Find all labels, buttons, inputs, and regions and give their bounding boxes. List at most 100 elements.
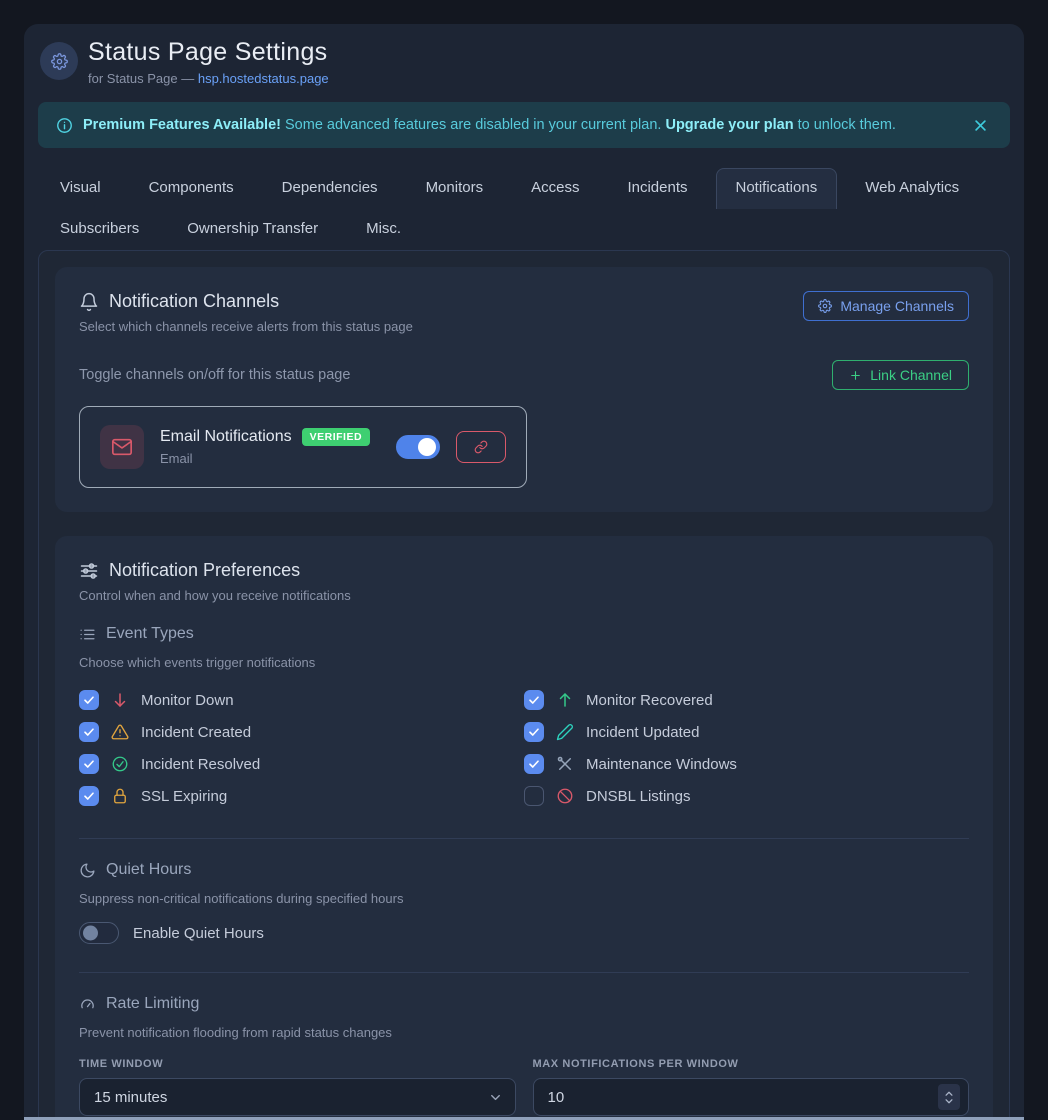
quiet-hours-title: Quiet Hours	[106, 861, 191, 879]
banner-body: Some advanced features are disabled in y…	[281, 117, 665, 133]
checkbox[interactable]	[524, 786, 544, 806]
max-notifications-field	[533, 1078, 970, 1116]
event-row-ssl-expiring[interactable]: SSL Expiring	[79, 780, 524, 812]
tab-monitors[interactable]: Monitors	[406, 168, 504, 209]
notifications-panel: Notification Channels Select which chann…	[38, 250, 1010, 1120]
checkbox[interactable]	[524, 754, 544, 774]
channel-name: Email Notifications	[160, 428, 292, 446]
tab-components[interactable]: Components	[129, 168, 254, 209]
checkbox[interactable]	[524, 690, 544, 710]
chevron-down-icon	[944, 1098, 954, 1105]
page-title: Status Page Settings	[88, 38, 329, 67]
link-channel-label: Link Channel	[870, 367, 952, 383]
check-circle-icon	[111, 755, 129, 773]
tab-incidents[interactable]: Incidents	[607, 168, 707, 209]
time-window-select[interactable]: 15 minutes	[79, 1078, 516, 1116]
number-stepper[interactable]	[938, 1084, 960, 1110]
event-label: DNSBL Listings	[586, 788, 691, 805]
max-notifications-input[interactable]	[548, 1089, 939, 1106]
tab-subscribers[interactable]: Subscribers	[40, 209, 159, 250]
quiet-hours-toggle-label: Enable Quiet Hours	[133, 925, 264, 942]
event-row-monitor-recovered[interactable]: Monitor Recovered	[524, 684, 969, 716]
notification-preferences-card: Notification Preferences Control when an…	[55, 536, 993, 1120]
page-header: Status Page Settings for Status Page — h…	[32, 38, 1016, 86]
event-types-grid: Monitor Down Monitor Recovered Incident …	[79, 684, 969, 812]
event-label: SSL Expiring	[141, 788, 227, 805]
quiet-hours-subtitle: Suppress non-critical notifications duri…	[79, 891, 969, 906]
tab-access[interactable]: Access	[511, 168, 599, 209]
email-channel-toggle[interactable]	[396, 435, 440, 459]
chain-link-icon	[474, 440, 488, 454]
settings-tabs: Visual Components Dependencies Monitors …	[40, 168, 1008, 250]
event-row-incident-resolved[interactable]: Incident Resolved	[79, 748, 524, 780]
toggle-knob	[83, 926, 98, 941]
toggle-knob	[418, 438, 436, 456]
checkbox[interactable]	[79, 754, 99, 774]
status-page-link[interactable]: hsp.hostedstatus.page	[198, 71, 329, 86]
preferences-subtitle: Control when and how you receive notific…	[79, 588, 969, 603]
verified-badge: VERIFIED	[302, 428, 370, 446]
page-subtitle: for Status Page — hsp.hostedstatus.page	[88, 71, 329, 86]
gauge-icon	[79, 996, 96, 1013]
close-icon[interactable]	[969, 114, 992, 137]
time-window-label: TIME WINDOW	[79, 1058, 516, 1070]
tab-notifications[interactable]: Notifications	[716, 168, 838, 209]
moon-icon	[79, 862, 96, 879]
email-channel-card: Email Notifications VERIFIED Email	[79, 406, 527, 488]
chevron-up-icon	[944, 1090, 954, 1097]
notification-channels-card: Notification Channels Select which chann…	[55, 267, 993, 512]
info-icon	[56, 117, 73, 134]
manage-channels-button[interactable]: Manage Channels	[803, 291, 969, 321]
divider	[79, 838, 969, 839]
preferences-title: Notification Preferences	[109, 560, 300, 581]
event-label: Incident Created	[141, 724, 251, 741]
plus-icon	[849, 369, 862, 382]
tab-ownership-transfer[interactable]: Ownership Transfer	[167, 209, 338, 250]
quiet-hours-heading: Quiet Hours	[79, 861, 969, 879]
premium-banner: Premium Features Available! Some advance…	[38, 102, 1010, 148]
checkbox[interactable]	[79, 690, 99, 710]
max-notifications-label: MAX NOTIFICATIONS PER WINDOW	[533, 1058, 970, 1070]
arrow-down-icon	[111, 691, 129, 709]
list-icon	[79, 626, 96, 643]
preferences-heading: Notification Preferences	[79, 560, 969, 581]
tab-visual[interactable]: Visual	[40, 168, 121, 209]
unlink-channel-button[interactable]	[456, 431, 506, 463]
settings-page: Status Page Settings for Status Page — h…	[24, 24, 1024, 1120]
chevron-down-icon	[488, 1090, 503, 1105]
event-row-incident-updated[interactable]: Incident Updated	[524, 716, 969, 748]
quiet-hours-toggle[interactable]	[79, 922, 119, 944]
warning-triangle-icon	[111, 723, 129, 741]
event-row-incident-created[interactable]: Incident Created	[79, 716, 524, 748]
channels-subtitle: Select which channels receive alerts fro…	[79, 319, 413, 334]
subtitle-text: for Status Page —	[88, 71, 198, 86]
tab-dependencies[interactable]: Dependencies	[262, 168, 398, 209]
event-label: Incident Resolved	[141, 756, 260, 773]
rate-limiting-title: Rate Limiting	[106, 995, 199, 1013]
manage-channels-label: Manage Channels	[840, 298, 954, 314]
time-window-value: 15 minutes	[94, 1089, 488, 1106]
channels-title: Notification Channels	[109, 291, 279, 312]
link-channel-button[interactable]: Link Channel	[832, 360, 969, 390]
tab-web-analytics[interactable]: Web Analytics	[845, 168, 979, 209]
event-row-dnsbl-listings[interactable]: DNSBL Listings	[524, 780, 969, 812]
tab-misc[interactable]: Misc.	[346, 209, 421, 250]
event-row-maintenance-windows[interactable]: Maintenance Windows	[524, 748, 969, 780]
event-row-monitor-down[interactable]: Monitor Down	[79, 684, 524, 716]
banner-suffix: to unlock them.	[794, 117, 896, 133]
channels-heading: Notification Channels	[79, 291, 413, 312]
ban-icon	[556, 787, 574, 805]
event-types-heading: Event Types	[79, 625, 969, 643]
rate-limiting-heading: Rate Limiting	[79, 995, 969, 1013]
event-label: Incident Updated	[586, 724, 699, 741]
checkbox[interactable]	[79, 786, 99, 806]
banner-title: Premium Features Available!	[83, 117, 281, 133]
checkbox[interactable]	[79, 722, 99, 742]
checkbox[interactable]	[524, 722, 544, 742]
divider	[79, 972, 969, 973]
upgrade-plan-link[interactable]: Upgrade your plan	[665, 117, 793, 133]
arrow-up-icon	[556, 691, 574, 709]
tools-icon	[556, 755, 574, 773]
rate-limiting-subtitle: Prevent notification flooding from rapid…	[79, 1025, 969, 1040]
event-label: Maintenance Windows	[586, 756, 737, 773]
